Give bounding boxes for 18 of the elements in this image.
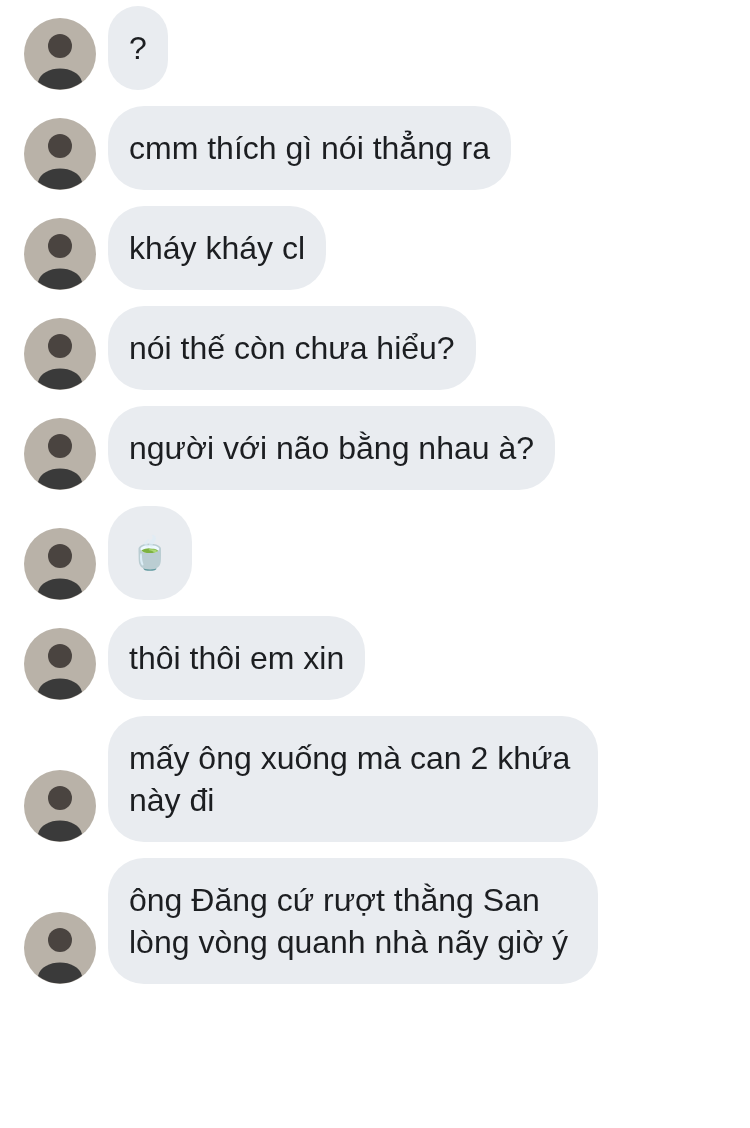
avatar-icon bbox=[24, 912, 96, 984]
avatar-icon bbox=[24, 628, 96, 700]
emoji-message: 🍵 bbox=[108, 506, 192, 600]
message-bubble: thôi thôi em xin bbox=[108, 616, 366, 700]
message-bubble: ông Đăng cứ rượt thằng San lòng vòng quanh nhà nãy giờ ý bbox=[108, 858, 598, 984]
message-bubble: cmm thích gì nói thẳng ra bbox=[108, 106, 512, 190]
message-bubble: mấy ông xuống mà can 2 khứa này đi bbox=[108, 716, 598, 842]
message-bubble: kháy kháy cl bbox=[108, 206, 327, 290]
avatar-icon bbox=[24, 218, 96, 290]
message-bubble: người với não bằng nhau à? bbox=[108, 406, 555, 490]
avatar-icon bbox=[24, 528, 96, 600]
avatar-icon bbox=[24, 318, 96, 390]
avatar-icon bbox=[24, 770, 96, 842]
message-bubble: nói thế còn chưa hiểu? bbox=[108, 306, 476, 390]
avatar-icon bbox=[24, 18, 96, 90]
message-bubble: ? bbox=[108, 6, 168, 90]
avatar-icon bbox=[24, 118, 96, 190]
avatar-icon bbox=[24, 418, 96, 490]
